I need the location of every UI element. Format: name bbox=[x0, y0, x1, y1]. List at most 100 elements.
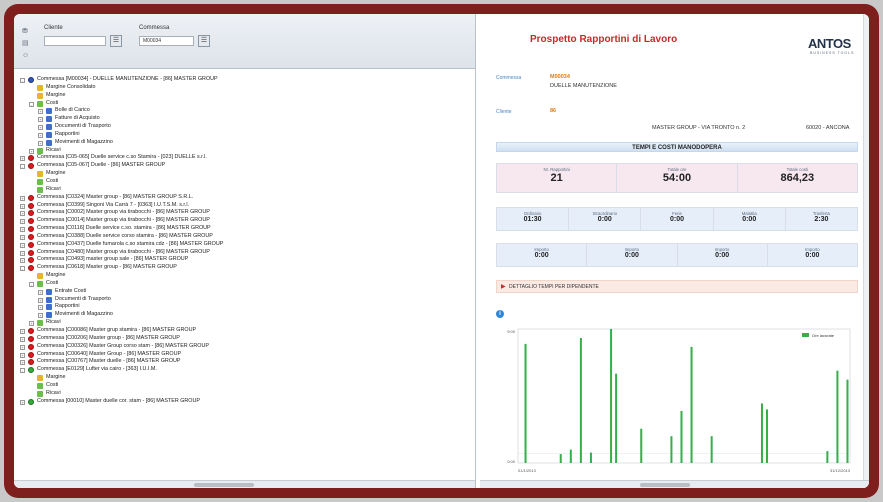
bar bbox=[846, 379, 849, 463]
right-scroll-thumb[interactable] bbox=[640, 483, 690, 487]
cliente-input[interactable] bbox=[44, 36, 106, 46]
margin-chart-icon bbox=[37, 84, 43, 91]
tree-node[interactable]: + Commessa [C00086] Master grup stamira -… bbox=[14, 327, 476, 335]
kpi-value: 864,23 bbox=[780, 172, 815, 184]
collapse-icon[interactable]: - bbox=[20, 164, 25, 170]
tree-node[interactable]: Ricavi bbox=[14, 186, 476, 194]
tree-node[interactable]: Margine bbox=[14, 92, 476, 100]
expand-icon[interactable]: + bbox=[38, 109, 43, 115]
tree-node[interactable]: + Commessa [C0388] Duelle service corso s… bbox=[14, 233, 476, 241]
expand-icon[interactable]: + bbox=[20, 234, 25, 240]
tree-node[interactable]: + Commessa [C05-065] Duelle service c.so … bbox=[14, 154, 476, 162]
tree-node-label: Commessa [E0129] Lufter via cairo - [363… bbox=[37, 366, 157, 373]
tree-node[interactable]: + Bolle di Carico bbox=[14, 107, 476, 115]
tree-node[interactable]: - Commessa [E0129] Lufter via cairo - [36… bbox=[14, 366, 476, 374]
legend-label: Ore lavorate bbox=[812, 333, 835, 338]
tree-node[interactable]: - Commessa [C0618] Master group - [86] MA… bbox=[14, 264, 476, 272]
expand-icon[interactable]: + bbox=[38, 297, 43, 303]
expand-icon[interactable]: + bbox=[20, 227, 25, 233]
tree-node[interactable]: + Commessa [C00326] Master Group corso st… bbox=[14, 343, 476, 351]
expand-icon[interactable]: + bbox=[20, 336, 25, 342]
tree-node[interactable]: + Commessa [C0014] Master group via tirab… bbox=[14, 217, 476, 225]
right-horizontal-scrollbar[interactable] bbox=[480, 480, 869, 488]
expand-icon[interactable]: + bbox=[38, 289, 43, 295]
filter-icon[interactable]: ⛃ bbox=[22, 28, 30, 35]
tree-node[interactable]: - Commessa [C05-067] Duelle - [86] MASTER… bbox=[14, 162, 476, 170]
expand-icon[interactable]: + bbox=[38, 117, 43, 123]
tree-node[interactable]: + Rapportini bbox=[14, 131, 476, 139]
tree-node[interactable]: + Movimenti di Magazzino bbox=[14, 311, 476, 319]
detail-toggle-row[interactable]: ▶ DETTAGLIO TEMPI PER DIPENDENTE bbox=[496, 280, 858, 293]
commessa-label: Commessa bbox=[139, 25, 170, 31]
collapse-icon[interactable]: - bbox=[20, 266, 25, 272]
expand-icon[interactable]: + bbox=[20, 211, 25, 217]
tree-node[interactable]: + Commessa [C0493] master group sale - [8… bbox=[14, 256, 476, 264]
expand-icon[interactable]: + bbox=[29, 321, 34, 327]
tree-node[interactable]: Costi bbox=[14, 178, 476, 186]
expand-icon[interactable]: + bbox=[20, 329, 25, 334]
tree-node[interactable]: + Rapportini bbox=[14, 303, 476, 311]
tree-node[interactable]: + Commessa [C00640] Master Group - [86] M… bbox=[14, 351, 476, 359]
expand-icon[interactable]: + bbox=[20, 352, 25, 358]
tree-node[interactable]: Margine bbox=[14, 374, 476, 382]
commessa-lookup-button[interactable]: ☰ bbox=[198, 35, 210, 47]
expand-icon[interactable]: + bbox=[38, 140, 43, 146]
left-horizontal-scrollbar[interactable] bbox=[14, 480, 475, 488]
tree-node[interactable]: - Costi bbox=[14, 280, 476, 288]
bar bbox=[640, 428, 643, 463]
expand-icon[interactable]: + bbox=[38, 313, 43, 319]
tree-node[interactable]: - Commessa [M00034] - DUELLE MANUTENZIONE… bbox=[14, 76, 476, 84]
right-vertical-scrollbar[interactable] bbox=[863, 14, 869, 480]
expand-icon[interactable]: + bbox=[20, 195, 25, 201]
expand-icon[interactable]: + bbox=[38, 125, 43, 131]
document-icon bbox=[46, 312, 52, 319]
expand-icon[interactable]: + bbox=[20, 219, 25, 225]
collapse-icon[interactable]: - bbox=[29, 281, 34, 287]
user-icon[interactable]: ☺ bbox=[22, 52, 30, 59]
collapse-icon[interactable]: - bbox=[20, 78, 25, 83]
folder-icon bbox=[37, 280, 43, 287]
cliente-lookup-button[interactable]: ☰ bbox=[110, 35, 122, 47]
commessa-input[interactable]: M00034 bbox=[139, 36, 194, 46]
bar bbox=[760, 403, 763, 463]
tree-node[interactable]: + Commessa [C0480] Master group via tirab… bbox=[14, 249, 476, 257]
collapse-icon[interactable]: - bbox=[29, 101, 34, 107]
tree-node[interactable]: Margine Consolidato bbox=[14, 84, 476, 92]
tree-node[interactable]: + Commessa [C0437] Duelle fumarola c.so s… bbox=[14, 241, 476, 249]
tree-node[interactable]: + Commessa [C0324] Master group - [86] MA… bbox=[14, 194, 476, 202]
tree-node[interactable]: + Movimenti di Magazzino bbox=[14, 139, 476, 147]
expand-icon[interactable]: + bbox=[38, 132, 43, 138]
bar bbox=[524, 343, 527, 463]
tree-node[interactable]: + Documenti di Trasporto bbox=[14, 296, 476, 304]
expand-icon[interactable]: + bbox=[20, 242, 25, 248]
expand-icon[interactable]: + bbox=[20, 360, 25, 366]
tree-node[interactable]: + Commessa [C0002] Master group via tirab… bbox=[14, 209, 476, 217]
tree-node[interactable]: + Entrate Costi bbox=[14, 288, 476, 296]
tree-node[interactable]: + Commessa [C00206] Master group - [86] M… bbox=[14, 335, 476, 343]
tree-node[interactable]: Ricavi bbox=[14, 390, 476, 398]
tree-node[interactable]: + Commessa [C0116] Duelle service c.so. s… bbox=[14, 225, 476, 233]
expand-icon[interactable]: + bbox=[38, 305, 43, 311]
tree-node[interactable]: + Ricavi bbox=[14, 147, 476, 155]
tree-node[interactable]: - Costi bbox=[14, 100, 476, 108]
expand-icon[interactable]: + bbox=[20, 203, 25, 209]
tree-node[interactable]: + Ricavi bbox=[14, 319, 476, 327]
tree-node[interactable]: + Documenti di Trasporto bbox=[14, 123, 476, 131]
left-scroll-thumb[interactable] bbox=[194, 483, 254, 487]
expand-icon[interactable]: + bbox=[20, 156, 25, 162]
expand-icon[interactable]: + bbox=[20, 344, 25, 350]
print-icon[interactable]: ▤ bbox=[22, 40, 30, 47]
tree-node-label: Margine bbox=[46, 374, 66, 381]
collapse-icon[interactable]: - bbox=[20, 368, 25, 374]
tree-node[interactable]: Costi bbox=[14, 382, 476, 390]
expand-icon[interactable]: + bbox=[20, 399, 25, 405]
tree-node[interactable]: + Commessa [C00767] Master duelle - [86] … bbox=[14, 358, 476, 366]
expand-icon[interactable]: + bbox=[20, 258, 25, 264]
tree-node[interactable]: Margine bbox=[14, 170, 476, 178]
expand-icon[interactable]: + bbox=[20, 250, 25, 256]
tree-node[interactable]: Margine bbox=[14, 272, 476, 280]
tree-node[interactable]: + Commessa [00010] Master duelle cor. sta… bbox=[14, 398, 476, 406]
tree-node[interactable]: + Commessa [C0399] Singoni Via Carrà 7 - … bbox=[14, 202, 476, 210]
tree-node[interactable]: + Fatture di Acquisto bbox=[14, 115, 476, 123]
expand-icon[interactable]: + bbox=[29, 148, 34, 154]
